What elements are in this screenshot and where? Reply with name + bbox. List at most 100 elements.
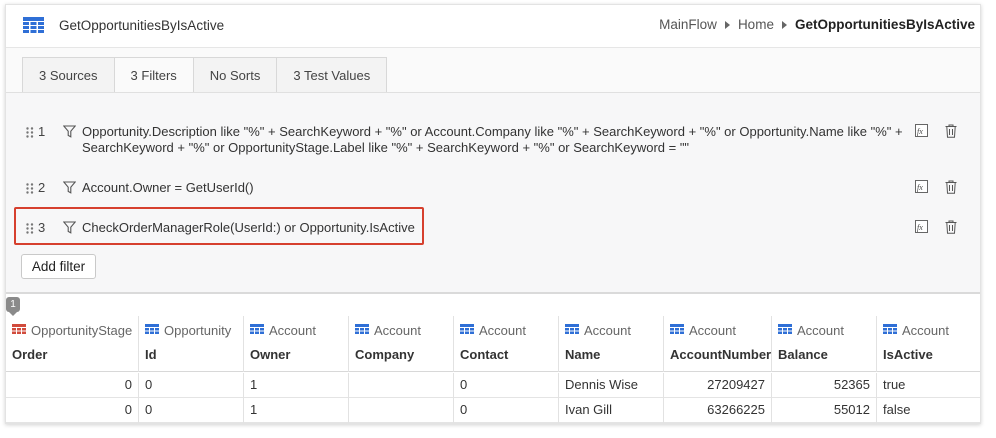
table-cell: 0 [138, 398, 243, 423]
column-attribute-label: Order [12, 347, 48, 362]
entity-icon [145, 323, 159, 338]
column-attribute-label: Balance [778, 347, 828, 362]
page-title: GetOpportunitiesByIsActive [59, 18, 225, 33]
column-header[interactable]: Account Name [558, 316, 663, 372]
table-cell: 27209427 [663, 373, 771, 398]
table-cell: 0 [453, 398, 558, 423]
table-cell: 52365 [771, 373, 876, 398]
entity-icon [883, 323, 897, 338]
table-cell: Ivan Gill [558, 398, 663, 423]
entity-icon [565, 323, 579, 338]
column-entity: Account [778, 323, 844, 338]
column-entity-label: Account [584, 323, 631, 338]
tab-test-values[interactable]: 3 Test Values [276, 57, 388, 94]
column-entity: Account [460, 323, 526, 338]
table-cell: 0 [453, 373, 558, 398]
tab-filters[interactable]: 3 Filters [113, 57, 193, 94]
breadcrumb: MainFlow Home GetOpportunitiesByIsActive [659, 17, 975, 32]
result-count-badge: 1 [6, 297, 20, 316]
entity-icon [460, 323, 474, 338]
column-header[interactable]: Opportunity Id [138, 316, 243, 372]
filter-icon [62, 181, 77, 197]
tab-sorts[interactable]: No Sorts [192, 57, 277, 94]
filter-index: 2 [38, 180, 46, 195]
table-cell: 63266225 [663, 398, 771, 423]
column-header[interactable]: Account Contact [453, 316, 558, 372]
column-entity: Account [250, 323, 316, 338]
filters-panel: 1 Opportunity.Description like "%" + Sea… [6, 92, 980, 294]
column-entity-label: Opportunity [164, 323, 232, 338]
column-entity-label: Account [479, 323, 526, 338]
column-attribute-label: AccountNumber [670, 347, 772, 362]
table-cell: true [876, 373, 980, 398]
column-attribute-label: IsActive [883, 347, 933, 362]
expression-editor-icon[interactable]: fx [915, 124, 928, 140]
tab-bar: 3 Sources 3 Filters No Sorts 3 Test Valu… [6, 47, 980, 94]
column-entity-label: Account [269, 323, 316, 338]
breadcrumb-separator-icon [724, 20, 730, 29]
column-attribute-label: Id [145, 347, 157, 362]
filter-index: 1 [38, 124, 46, 139]
entity-icon [12, 323, 26, 338]
entity-icon [355, 323, 369, 338]
expression-editor-icon[interactable]: fx [915, 180, 928, 196]
delete-icon[interactable] [945, 220, 957, 237]
table-cell: 55012 [771, 398, 876, 423]
column-attribute-label: Owner [250, 347, 291, 362]
highlight-box [14, 207, 424, 245]
table-cell [348, 398, 453, 423]
entity-icon [670, 323, 684, 338]
column-entity-label: Account [374, 323, 421, 338]
drag-handle-icon[interactable] [26, 182, 34, 197]
svg-text:fx: fx [917, 183, 923, 192]
column-entity-label: Account [797, 323, 844, 338]
column-header[interactable]: Account Company [348, 316, 453, 372]
add-filter-button[interactable]: Add filter [21, 254, 96, 279]
column-entity: Opportunity [145, 323, 231, 338]
breadcrumb-item-current: GetOpportunitiesByIsActive [794, 17, 975, 32]
column-attribute-label: Contact [460, 347, 509, 362]
entity-icon [778, 323, 792, 338]
breadcrumb-separator-icon [781, 20, 787, 29]
column-entity-label: Account [902, 323, 949, 338]
entity-icon [250, 323, 264, 338]
tab-sources[interactable]: 3 Sources [22, 57, 114, 94]
query-editor-panel: GetOpportunitiesByIsActive MainFlow Home… [5, 4, 981, 424]
table-header: OpportunityStage Order Opportunity Id Accoun… [6, 316, 980, 372]
filter-expression-line: Opportunity.Description like "%" + Searc… [82, 124, 903, 139]
column-entity: Account [565, 323, 631, 338]
table-cell: 0 [138, 373, 243, 398]
column-header[interactable]: OpportunityStage Order [6, 316, 138, 372]
table-cell: 1 [243, 398, 348, 423]
table-row: 0 0 1 0 Dennis Wise 27209427 52365 true [6, 373, 980, 398]
column-attribute-label: Company [355, 347, 415, 362]
column-header[interactable]: Account Balance [771, 316, 876, 372]
expression-editor-icon[interactable]: fx [915, 220, 928, 236]
column-header[interactable]: Account Owner [243, 316, 348, 372]
delete-icon[interactable] [945, 124, 957, 141]
svg-text:fx: fx [917, 127, 923, 136]
column-header[interactable]: Account IsActive [876, 316, 980, 372]
delete-icon[interactable] [945, 180, 957, 197]
filter-icon [62, 125, 77, 141]
column-entity: Account [883, 323, 949, 338]
filter-expression[interactable]: Account.Owner = GetUserId() [82, 180, 254, 196]
table-cell: 1 [243, 373, 348, 398]
filter-expression-line: SearchKeyword + "%" or OpportunityStage.… [82, 140, 690, 155]
table-row: 0 0 1 0 Ivan Gill 63266225 55012 false [6, 398, 980, 423]
table-cell: Dennis Wise [558, 373, 663, 398]
breadcrumb-item-mainflow[interactable]: MainFlow [659, 17, 717, 32]
header: GetOpportunitiesByIsActive MainFlow Home… [6, 5, 980, 47]
filter-expression[interactable]: Opportunity.Description like "%" + Searc… [82, 124, 903, 156]
drag-handle-icon[interactable] [26, 126, 34, 141]
breadcrumb-item-home[interactable]: Home [738, 17, 774, 32]
column-entity-label: OpportunityStage [31, 323, 133, 338]
aggregate-icon [23, 17, 44, 37]
column-entity: OpportunityStage [12, 323, 132, 338]
column-header[interactable]: Account AccountNumber [663, 316, 771, 372]
column-attribute-label: Name [565, 347, 601, 362]
table-cell: 0 [124, 377, 132, 392]
column-entity: Account [355, 323, 421, 338]
column-entity: Account [670, 323, 736, 338]
table-cell [348, 373, 453, 398]
